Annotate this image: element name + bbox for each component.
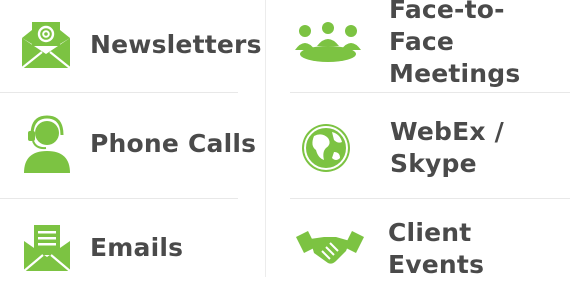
channel-label: Phone Calls — [90, 129, 257, 158]
channel-client-events: Client Events — [296, 218, 570, 279]
envelope-letter-icon — [22, 223, 72, 273]
globe-icon — [300, 122, 352, 174]
channel-webex-skype: WebEx / Skype — [300, 112, 530, 184]
communication-channels-grid: Newsletters Face-to-Face Meetings Phone … — [0, 0, 570, 279]
row-divider-right-2 — [290, 198, 570, 199]
headset-person-icon — [22, 115, 72, 173]
envelope-at-icon — [20, 20, 72, 70]
channel-label: WebEx / Skype — [390, 117, 504, 178]
channel-label: Face-to-Face Meetings — [389, 0, 521, 88]
channel-label: Newsletters — [90, 30, 262, 59]
channel-emails: Emails — [22, 220, 183, 276]
channel-label: Client Events — [388, 218, 485, 279]
channel-phone-calls: Phone Calls — [22, 114, 256, 174]
column-divider — [265, 0, 266, 277]
row-divider-left-2 — [0, 198, 238, 199]
row-divider-right-1 — [290, 92, 570, 93]
channel-face-to-face-meetings: Face-to-Face Meetings — [295, 0, 569, 88]
row-divider-left-1 — [0, 92, 238, 93]
channel-label: Emails — [90, 233, 184, 262]
channel-newsletters: Newsletters — [20, 14, 262, 76]
handshake-icon — [296, 229, 364, 269]
meeting-group-icon — [295, 20, 361, 64]
